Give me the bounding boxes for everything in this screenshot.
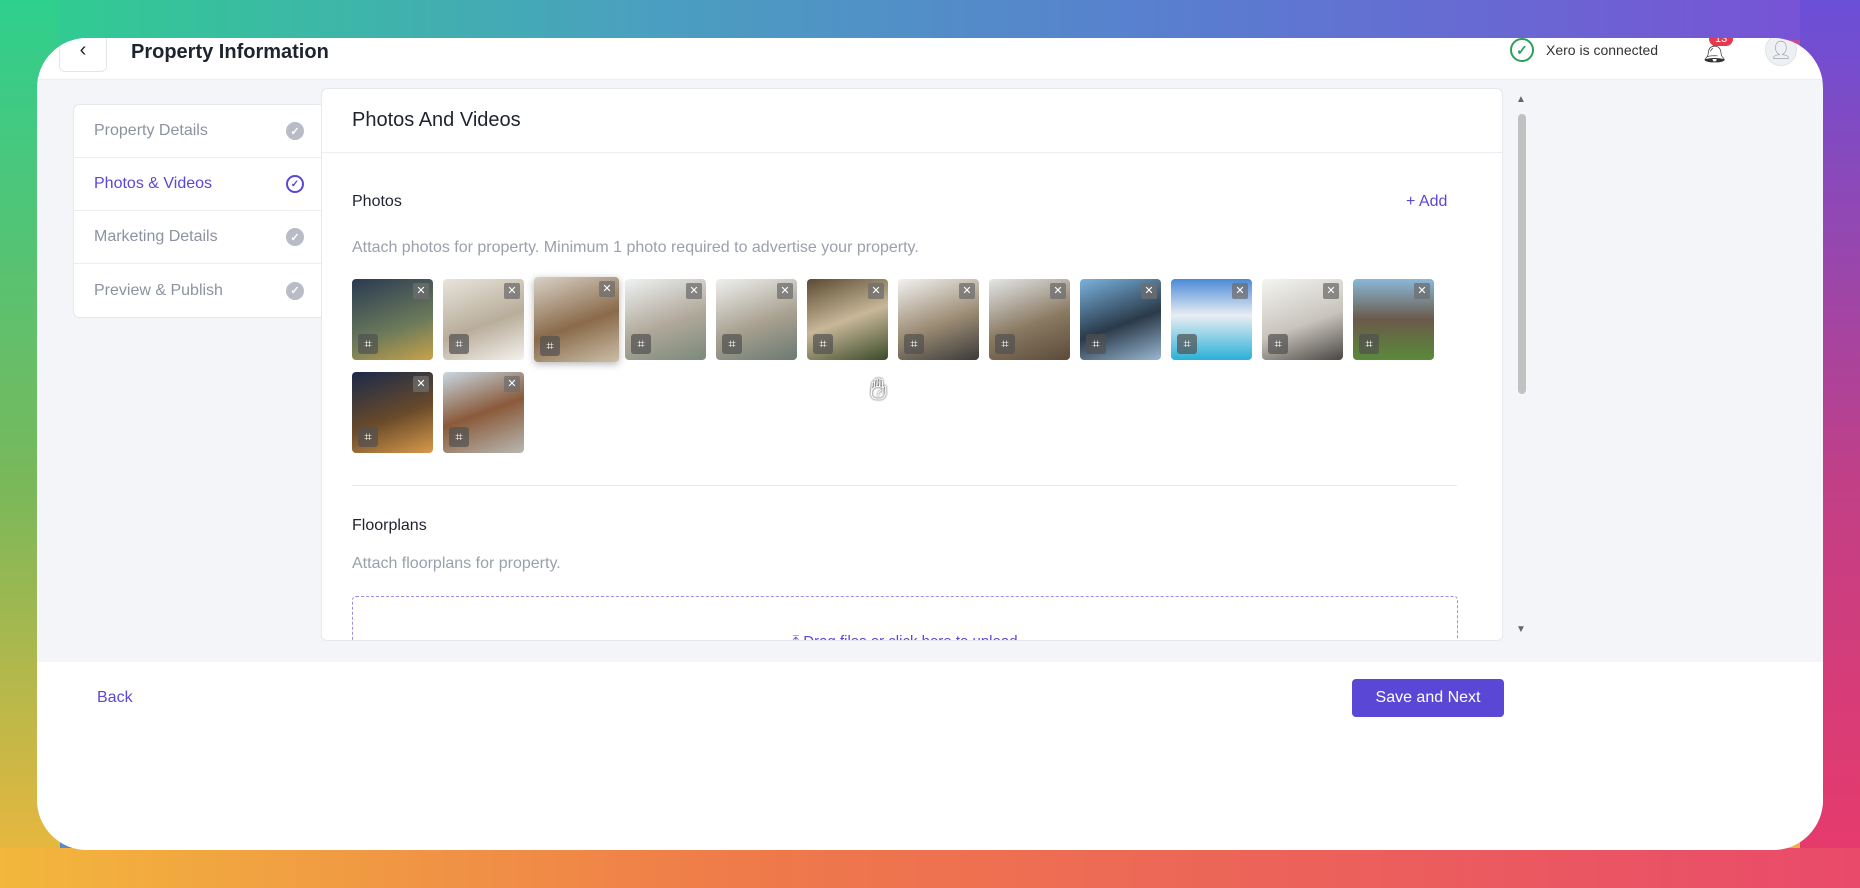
top-header: ‹ Property Information ✓ Xero is connect… [37,38,1823,80]
check-circle-icon: ✓ [286,228,304,246]
remove-icon[interactable]: ✕ [504,283,520,299]
check-circle-icon: ✓ [286,122,304,140]
crop-icon[interactable]: ⌗ [1086,334,1106,354]
crop-icon[interactable]: ⌗ [995,334,1015,354]
remove-icon[interactable]: ✕ [1323,283,1339,299]
photo-thumb-dragging[interactable]: ✕ ⌗ [534,277,619,362]
floorplans-hint: Attach floorplans for property. [352,555,561,572]
photo-thumb[interactable]: ✕ ⌗ [352,372,433,453]
crop-icon[interactable]: ⌗ [358,427,378,447]
add-photo-button[interactable]: + Add [1406,193,1447,211]
chevron-left-icon: ‹ [79,38,87,61]
scroll-down-icon[interactable]: ▼ [1516,624,1526,635]
app-window: ‹ Property Information ✓ Xero is connect… [37,38,1823,850]
remove-icon[interactable]: ✕ [1232,283,1248,299]
photo-thumb[interactable]: ✕ ⌗ [625,279,706,360]
remove-icon[interactable]: ✕ [1141,283,1157,299]
scrollbar-thumb[interactable] [1518,114,1526,394]
photo-thumb[interactable]: ✕ ⌗ [898,279,979,360]
remove-icon[interactable]: ✕ [959,283,975,299]
sidebar-item-marketing-details[interactable]: Marketing Details ✓ [74,211,324,264]
crop-icon[interactable]: ⌗ [722,334,742,354]
photo-thumb[interactable]: ✕ ⌗ [1080,279,1161,360]
crop-icon[interactable]: ⌗ [449,334,469,354]
sidebar-item-property-details[interactable]: Property Details ✓ [74,105,324,158]
crop-icon[interactable]: ⌗ [813,334,833,354]
remove-icon[interactable]: ✕ [777,283,793,299]
remove-icon[interactable]: ✕ [1050,283,1066,299]
floorplans-section-label: Floorplans [352,517,427,534]
photo-thumb[interactable]: ✕ ⌗ [1353,279,1434,360]
floorplan-dropzone[interactable]: ⤒ Drag files or click here to upload [352,596,1458,640]
sidebar-item-label: Property Details [94,122,208,139]
crop-icon[interactable]: ⌗ [449,427,469,447]
photo-thumb[interactable]: ✕ ⌗ [1171,279,1252,360]
check-circle-icon: ✓ [286,281,304,300]
steps-sidebar: Property Details ✓ Photos & Videos ✓ Mar… [73,104,325,318]
remove-icon[interactable]: ✕ [413,376,429,392]
check-circle-icon: ✓ [1510,38,1534,62]
photos-section-label: Photos [352,193,402,210]
photo-thumb[interactable]: ✕ ⌗ [443,372,524,453]
remove-icon[interactable]: ✕ [504,376,520,392]
remove-icon[interactable]: ✕ [686,283,702,299]
sidebar-item-label: Photos & Videos [94,175,213,192]
check-circle-outline-icon: ✓ [286,175,304,193]
upload-icon: ⤒ [792,633,803,640]
crop-icon[interactable]: ⌗ [631,334,651,354]
avatar[interactable]: 👤︎ [1765,38,1797,66]
panel-title: Photos And Videos [352,109,521,131]
sidebar-item-label: Marketing Details [94,228,218,245]
back-nav-button[interactable]: ‹ [59,38,107,72]
footer-bar: Back Save and Next [37,662,1823,850]
xero-status: ✓ Xero is connected [1510,38,1658,62]
crop-icon[interactable]: ⌗ [1177,334,1197,354]
remove-icon[interactable]: ✕ [1414,283,1430,299]
photo-thumb[interactable]: ✕ ⌗ [1262,279,1343,360]
page-title: Property Information [131,41,329,63]
notification-badge: 13 [1709,38,1734,46]
photos-videos-panel: Photos And Videos Photos + Add Attach ph… [321,88,1503,641]
user-icon: 👤︎ [1769,39,1793,60]
dropzone-text: ⤒ Drag files or click here to upload [353,633,1457,640]
scroll-up-icon[interactable]: ▲ [1516,94,1526,105]
crop-icon[interactable]: ⌗ [540,336,560,356]
photo-thumb[interactable]: ✕ ⌗ [716,279,797,360]
photo-thumb[interactable]: ✕ ⌗ [989,279,1070,360]
grab-cursor-icon: ✋︎ [870,373,888,406]
sidebar-item-label: Preview & Publish [94,281,223,299]
save-and-next-button[interactable]: Save and Next [1352,679,1504,717]
panel-scrollbar[interactable]: ▲ ▼ [1515,90,1527,640]
section-divider [352,485,1457,486]
back-button[interactable]: Back [97,689,133,707]
crop-icon[interactable]: ⌗ [1268,334,1288,354]
photo-thumb[interactable]: ✕ ⌗ [352,279,433,360]
panel-header: Photos And Videos [322,89,1502,153]
remove-icon[interactable]: ✕ [599,281,615,297]
photos-hint: Attach photos for property. Minimum 1 ph… [352,239,919,256]
crop-icon[interactable]: ⌗ [358,334,378,354]
crop-icon[interactable]: ⌗ [904,334,924,354]
photo-thumb[interactable]: ✕ ⌗ [443,279,524,360]
crop-icon[interactable]: ⌗ [1359,334,1379,354]
photo-thumb[interactable]: ✕ ⌗ [807,279,888,360]
remove-icon[interactable]: ✕ [868,283,884,299]
sidebar-item-preview-publish[interactable]: Preview & Publish ✓ [74,264,324,317]
sidebar-item-photos-videos[interactable]: Photos & Videos ✓ [74,158,324,211]
remove-icon[interactable]: ✕ [413,283,429,299]
xero-status-text: Xero is connected [1546,42,1659,58]
